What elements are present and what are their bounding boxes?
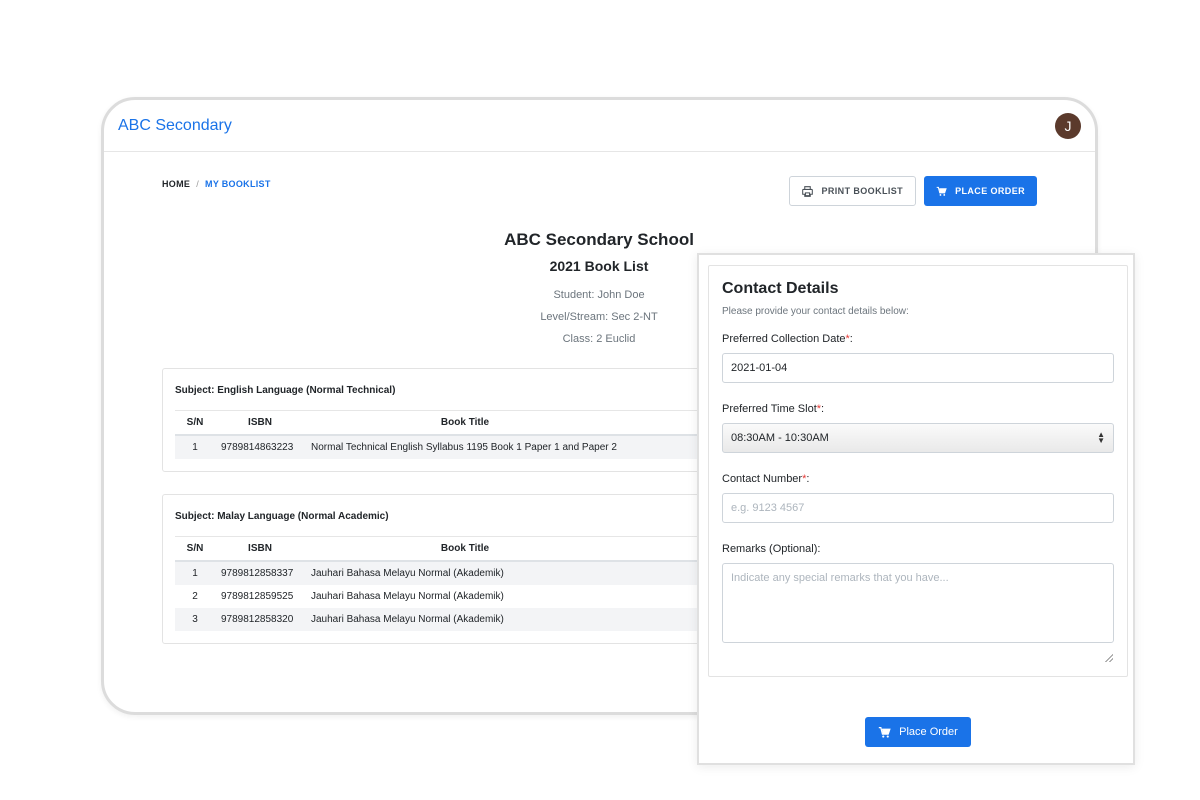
time-slot-select[interactable]: 08:30AM - 10:30AM ▲ ▼ <box>722 423 1114 453</box>
cell-title: Normal Technical English Syllabus 1195 B… <box>305 435 625 459</box>
place-order-label: Place Order <box>899 726 958 738</box>
cell-isbn: 9789812859525 <box>221 591 294 602</box>
cell-sn: 2 <box>192 591 198 602</box>
label-colon: : <box>806 473 810 485</box>
column-header: S/N <box>175 410 215 436</box>
column-header: S/N <box>175 536 215 562</box>
contact-details-card: Contact Details Please provide your cont… <box>708 265 1128 677</box>
remarks-label: Remarks (Optional): <box>722 543 821 555</box>
contact-number-label-text: Contact Number <box>722 473 803 485</box>
column-header: ISBN <box>215 410 305 436</box>
column-header: ISBN <box>215 536 305 562</box>
brand-link[interactable]: ABC Secondary <box>118 117 232 135</box>
time-slot-value: 08:30AM - 10:30AM <box>731 432 829 444</box>
collection-date-label: Preferred Collection Date*: <box>722 333 1114 345</box>
cell-sn: 1 <box>175 435 215 459</box>
cell-title: Jauhari Bahasa Melayu Normal (Akademik) <box>305 608 625 631</box>
time-slot-label-text: Preferred Time Slot <box>722 403 817 415</box>
cell-isbn: 9789812858337 <box>215 561 305 585</box>
place-order-header-label: PLACE ORDER <box>955 186 1025 196</box>
label-colon: : <box>849 333 853 345</box>
contact-subtitle: Please provide your contact details belo… <box>722 306 909 317</box>
cell-isbn: 9789812858320 <box>215 608 305 631</box>
action-buttons: PRINT BOOKLIST PLACE ORDER <box>789 176 1037 206</box>
contact-title: Contact Details <box>722 280 839 297</box>
contact-number-label: Contact Number*: <box>722 473 1114 485</box>
print-booklist-label: PRINT BOOKLIST <box>821 186 904 196</box>
select-arrows-icon: ▲ ▼ <box>1097 430 1105 445</box>
collection-date-input[interactable] <box>722 353 1114 383</box>
label-colon: : <box>821 403 825 415</box>
printer-icon <box>802 185 814 197</box>
resize-handle-icon[interactable] <box>1105 654 1113 662</box>
cell-sn: 3 <box>175 608 215 631</box>
place-order-header-button[interactable]: PLACE ORDER <box>924 176 1037 206</box>
time-slot-label: Preferred Time Slot*: <box>722 403 1114 415</box>
toolbar: HOME / MY BOOKLIST PRINT BOOKLIST PLACE … <box>162 176 1037 206</box>
contact-details-panel: Contact Details Please provide your cont… <box>697 253 1135 765</box>
column-header: Book Title <box>305 410 625 436</box>
cell-sn: 1 <box>175 561 215 585</box>
place-order-button[interactable]: Place Order <box>865 717 971 747</box>
school-name: ABC Secondary School <box>504 230 694 249</box>
navbar: ABC Secondary J <box>104 100 1095 152</box>
cell-isbn: 9789814863223 <box>215 435 305 459</box>
cart-icon <box>878 726 891 739</box>
collection-date-label-text: Preferred Collection Date <box>722 333 846 345</box>
cell-title: Jauhari Bahasa Melayu Normal (Akademik) <box>305 561 625 585</box>
breadcrumb-current: MY BOOKLIST <box>205 179 271 189</box>
user-avatar[interactable]: J <box>1055 112 1081 139</box>
cart-icon <box>936 186 947 197</box>
column-header: Book Title <box>305 536 625 562</box>
breadcrumb-home[interactable]: HOME <box>162 179 190 189</box>
contact-number-input[interactable] <box>722 493 1114 523</box>
cell-title: Jauhari Bahasa Melayu Normal (Akademik) <box>311 591 504 602</box>
breadcrumb-separator: / <box>196 179 200 189</box>
remarks-textarea[interactable] <box>722 563 1114 643</box>
breadcrumb: HOME / MY BOOKLIST <box>162 179 271 189</box>
print-booklist-button[interactable]: PRINT BOOKLIST <box>789 176 917 206</box>
